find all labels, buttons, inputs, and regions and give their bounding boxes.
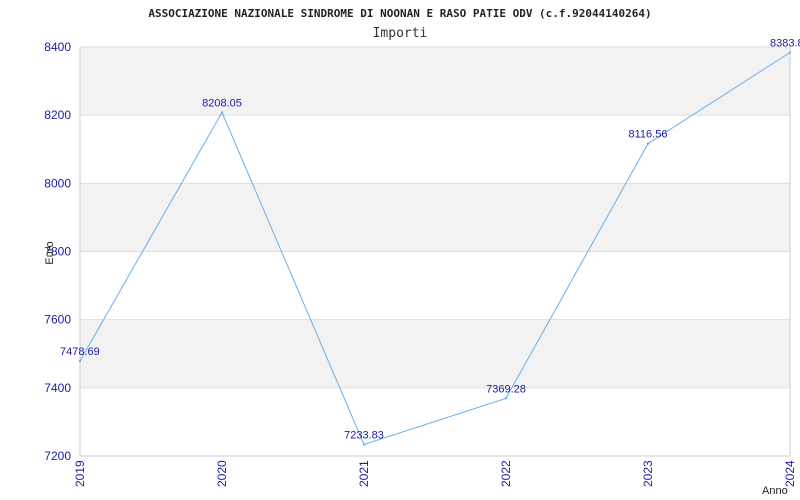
grid-band bbox=[80, 319, 790, 388]
x-tick-label: 2024 bbox=[783, 460, 797, 487]
x-tick-label: 2021 bbox=[357, 460, 371, 487]
grid-band bbox=[80, 183, 790, 252]
x-tick-label: 2020 bbox=[215, 460, 229, 487]
x-tick-label: 2023 bbox=[641, 460, 655, 487]
data-label: 7478.69 bbox=[60, 346, 100, 358]
x-tick-label: 2022 bbox=[499, 460, 513, 487]
x-axis-label: Anno bbox=[762, 485, 788, 497]
data-point bbox=[362, 443, 366, 446]
data-label: 8383.8 bbox=[770, 38, 800, 50]
y-tick-label: 7200 bbox=[44, 449, 71, 463]
y-tick-label: 8400 bbox=[44, 40, 71, 54]
y-tick-label: 8200 bbox=[44, 108, 71, 122]
grid-bands bbox=[80, 47, 790, 388]
data-label: 8116.56 bbox=[629, 129, 668, 141]
x-tick-label: 2019 bbox=[73, 460, 87, 487]
y-tick-label: 7400 bbox=[44, 381, 71, 395]
data-point bbox=[220, 111, 224, 114]
data-point bbox=[78, 359, 82, 363]
line-chart: ASSOCIAZIONE NAZIONALE SINDROME DI NOONA… bbox=[44, 7, 800, 497]
chart-subtitle: Importi bbox=[373, 26, 428, 41]
data-label: 7369.28 bbox=[486, 383, 526, 395]
y-axis-label: Euro bbox=[44, 241, 56, 264]
data-point bbox=[788, 51, 792, 54]
chart-title: ASSOCIAZIONE NAZIONALE SINDROME DI NOONA… bbox=[148, 7, 651, 20]
y-tick-label: 7600 bbox=[44, 313, 71, 327]
y-tick-label: 8000 bbox=[44, 176, 71, 190]
grid-band bbox=[80, 47, 790, 116]
data-label: 7233.83 bbox=[344, 429, 384, 441]
data-label: 8208.05 bbox=[202, 97, 242, 109]
x-axis-ticks: 2019 2020 2021 2022 2023 2024 bbox=[73, 460, 797, 487]
data-point bbox=[504, 397, 508, 400]
data-point bbox=[646, 142, 650, 145]
